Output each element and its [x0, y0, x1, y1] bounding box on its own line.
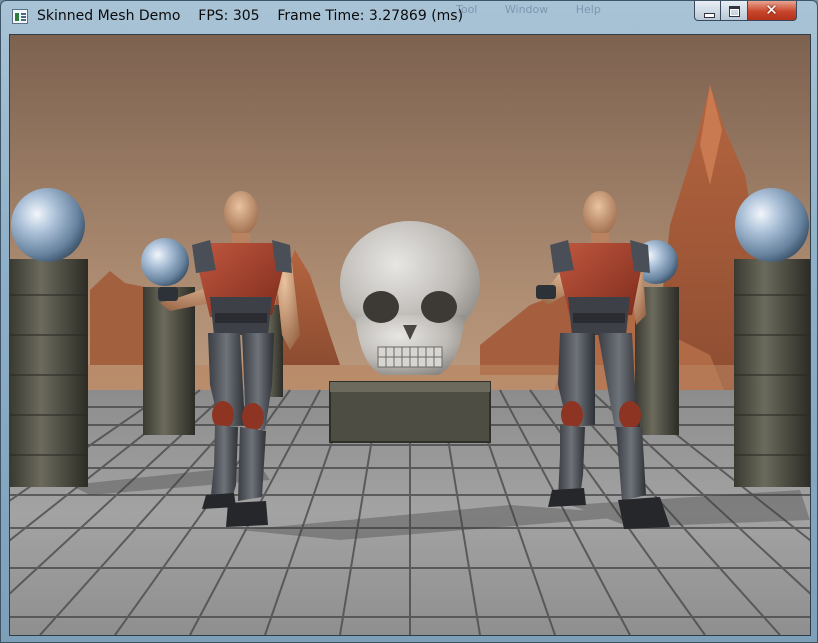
sphere-front-left [11, 188, 85, 262]
maximize-button[interactable] [721, 1, 748, 21]
ghost-menu-tool: Tool [456, 3, 478, 16]
sphere-front-right [735, 188, 809, 262]
ghost-menu-window: Window [504, 3, 549, 16]
close-button[interactable]: ✕ [748, 1, 797, 21]
title-bar[interactable]: Skinned Mesh Demo FPS: 305 Frame Time: 3… [1, 1, 817, 34]
close-icon: ✕ [765, 1, 778, 19]
window-title: Skinned Mesh Demo FPS: 305 Frame Time: 3… [37, 8, 464, 24]
app-window: Skinned Mesh Demo FPS: 305 Frame Time: 3… [0, 0, 818, 643]
ghost-menu-help: Help [575, 3, 601, 16]
minimize-button[interactable] [694, 1, 721, 21]
pillar-back-left [141, 238, 195, 435]
background-menu-ghost: Tool Window Help [456, 3, 625, 16]
scene-canvas [10, 35, 810, 635]
pillar-front-left [10, 188, 88, 487]
app-window-icon[interactable] [12, 9, 28, 24]
sphere-back-left [141, 238, 189, 286]
render-viewport[interactable] [9, 34, 811, 636]
minimize-icon [704, 13, 715, 18]
pillar-front-right [734, 188, 810, 487]
maximize-icon [729, 6, 740, 17]
